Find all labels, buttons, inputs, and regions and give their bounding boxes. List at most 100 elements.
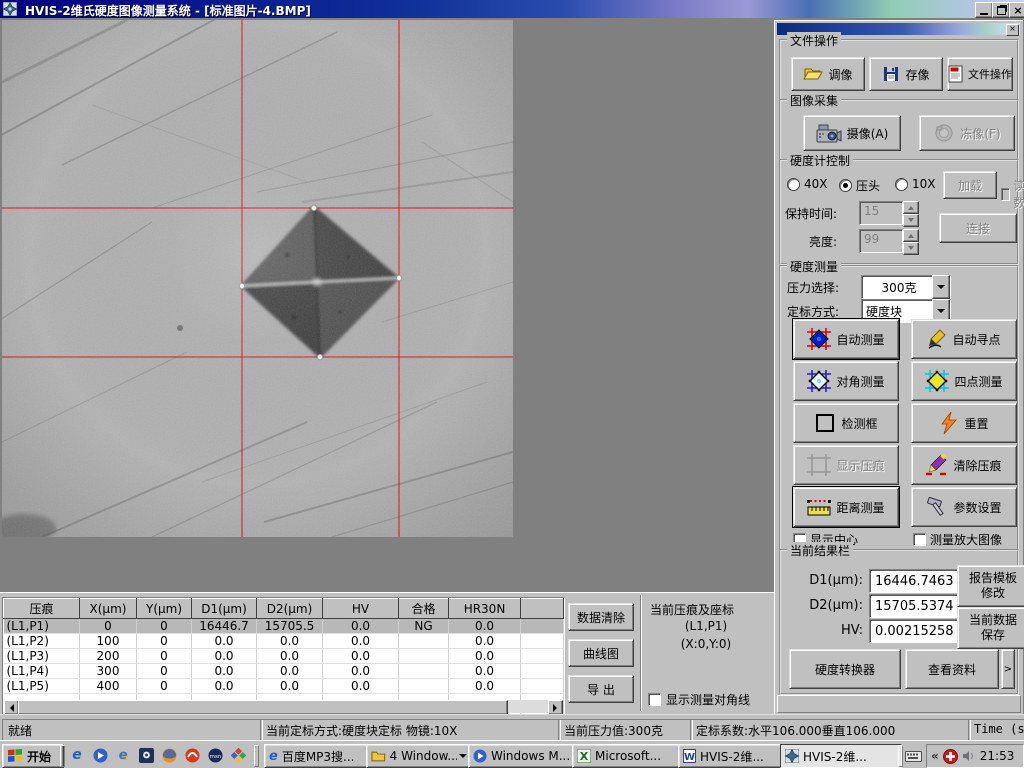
radio-indenter-circle[interactable] [839, 179, 852, 192]
report-template-button[interactable]: 报告模板修改 [957, 565, 1024, 607]
specimen-image[interactable] [2, 20, 513, 537]
group-hardness-measure: 硬度测量 压力选择: 300克 定标方式: 硬度块 自动测量 [779, 265, 1019, 551]
table-row[interactable]: (L1,P5)40000.00.00.00.0 [4, 679, 564, 694]
antivirus-shield-icon[interactable] [943, 749, 958, 764]
table-row[interactable]: (L1,P1)0016446.715705.50.0NG0.0 [4, 619, 564, 634]
volume-icon[interactable] [961, 749, 975, 763]
auto-find-button[interactable]: 自动寻点 [911, 319, 1017, 359]
file-operations-button[interactable]: 文件操作 [947, 57, 1013, 91]
hold-up-icon[interactable] [903, 201, 919, 214]
column-header[interactable]: Y(μm) [137, 599, 192, 619]
force-dropdown-icon[interactable] [932, 275, 950, 299]
column-header[interactable]: HV [323, 599, 399, 619]
hold-time-value[interactable]: 15 [859, 201, 903, 225]
d1-value: 16446.7463 [869, 569, 960, 593]
scroll-right-icon[interactable] [548, 700, 563, 715]
tray-expand-icon[interactable]: « [931, 749, 939, 763]
save-image-button[interactable]: 存像 [869, 57, 943, 91]
show-diagonal-checkbox[interactable]: 显示测量对角线 [648, 691, 750, 708]
task-word-hvis[interactable]: W HVIS-2维... [678, 744, 786, 768]
column-header[interactable]: D2(μm) [257, 599, 323, 619]
close-button[interactable]: × [1009, 2, 1024, 18]
brightness-down-icon[interactable] [903, 242, 919, 255]
task-baidu-mp3[interactable]: e 百度MP3搜... [264, 744, 370, 768]
show-diagonal-box[interactable] [648, 693, 661, 706]
save-data-button[interactable]: 当前数据保存 [957, 607, 1024, 649]
column-header[interactable]: HR30N [449, 599, 521, 619]
parameter-settings-button[interactable]: 参数设置 [911, 487, 1017, 527]
group-title: 当前结果栏 [787, 542, 853, 559]
table-header-row[interactable]: 压痕X(μm)Y(μm)D1(μm)D2(μm)HV合格HR30N [4, 599, 564, 619]
table-row[interactable]: (L1,P3)20000.00.00.00.0 [4, 649, 564, 664]
table-hscrollbar[interactable] [4, 700, 563, 713]
task-windows-group[interactable]: 4 Window... [366, 744, 472, 768]
keyboard-icon[interactable] [904, 747, 922, 765]
clear-data-button[interactable]: 数据清除 [568, 603, 634, 631]
capture-button[interactable]: 摄像(A) [803, 115, 901, 151]
column-header[interactable]: X(μm) [80, 599, 137, 619]
clear-indentation-button[interactable]: 清除压痕 [911, 445, 1017, 485]
task-hvis-app[interactable]: HVIS-2维... [780, 744, 902, 768]
diagonal-measure-button[interactable]: 对角测量 [793, 361, 899, 401]
eye-app-icon[interactable] [137, 746, 155, 764]
table-cell [521, 679, 564, 694]
connect-button[interactable]: 连接 [939, 213, 1017, 243]
hold-down-icon[interactable] [903, 214, 919, 227]
auto-measure-button[interactable]: 自动测量 [793, 319, 899, 359]
radio-10x-circle[interactable] [895, 178, 908, 191]
force-select[interactable]: 300克 [861, 275, 951, 299]
load-button[interactable]: 加载 [943, 171, 997, 199]
hardness-converter-button[interactable]: 硬度转换器 [789, 649, 901, 689]
table-row[interactable]: (L1,P2)10000.00.00.00.0 [4, 634, 564, 649]
freeze-button[interactable]: 冻像(F) [919, 115, 1015, 151]
table-cell: 300 [80, 664, 137, 679]
reset-button[interactable]: 重置 [911, 403, 1017, 443]
msn-icon[interactable]: msn [206, 746, 224, 764]
messenger-icon[interactable] [229, 746, 247, 764]
results-table[interactable]: 压痕X(μm)Y(μm)D1(μm)D2(μm)HV合格HR30N (L1,P1… [2, 597, 565, 715]
globe-icon[interactable] [160, 746, 178, 764]
task-windows-media[interactable]: Windows M... [468, 744, 578, 768]
ie-icon[interactable]: e [68, 746, 86, 764]
read-checkbox-box[interactable] [1001, 188, 1010, 201]
curve-chart-button[interactable]: 曲线图 [568, 639, 634, 667]
export-button[interactable]: 导 出 [568, 675, 634, 703]
radio-indenter[interactable]: 压头 [839, 177, 880, 194]
scroll-left-icon[interactable] [4, 700, 19, 715]
pen-icon [927, 329, 947, 349]
browser-icon[interactable]: e [114, 746, 132, 764]
radio-40x[interactable]: 40X [787, 177, 828, 191]
brightness-spinner[interactable]: 99 [859, 229, 919, 255]
measure-zoom-checkbox[interactable]: 测量放大图像 [913, 531, 1002, 548]
column-header[interactable]: 压痕 [4, 599, 80, 619]
media-player-icon[interactable] [91, 746, 109, 764]
restore-button[interactable] [992, 2, 1010, 18]
scroll-thumb[interactable] [18, 700, 508, 715]
show-indentation-button[interactable]: 显示压痕 [793, 445, 899, 485]
radio-40x-circle[interactable] [787, 178, 800, 191]
task-microsoft-excel[interactable]: X Microsoft... [572, 744, 684, 768]
swirl-icon[interactable] [183, 746, 201, 764]
panel-close-icon[interactable]: × [1006, 24, 1019, 36]
view-data-button[interactable]: 查看资料 [905, 649, 999, 689]
hold-time-spinner[interactable]: 15 [859, 201, 919, 227]
open-image-button[interactable]: 调像 [791, 57, 865, 91]
start-button[interactable]: 开始 [2, 744, 64, 768]
brightness-value[interactable]: 99 [859, 229, 903, 253]
distance-measure-button[interactable]: 距离测量 [793, 487, 899, 527]
more-results-button[interactable]: > [1001, 649, 1015, 689]
d2-value: 15705.5374 [869, 594, 960, 618]
read-checkbox[interactable]: 读数 [1001, 177, 1024, 211]
column-header[interactable]: 合格 [399, 599, 449, 619]
system-tray: « 21:53 [926, 744, 1024, 768]
table-cell: 0.0 [449, 664, 521, 679]
radio-10x[interactable]: 10X [895, 177, 936, 191]
column-header[interactable]: D1(μm) [192, 599, 257, 619]
table-row[interactable]: (L1,P4)30000.00.00.00.0 [4, 664, 564, 679]
detect-frame-button[interactable]: 检测框 [793, 403, 899, 443]
brightness-up-icon[interactable] [903, 229, 919, 242]
measure-zoom-box[interactable] [913, 533, 926, 546]
minimize-button[interactable] [975, 2, 993, 18]
table-cell [521, 649, 564, 664]
four-point-measure-button[interactable]: 四点测量 [911, 361, 1017, 401]
